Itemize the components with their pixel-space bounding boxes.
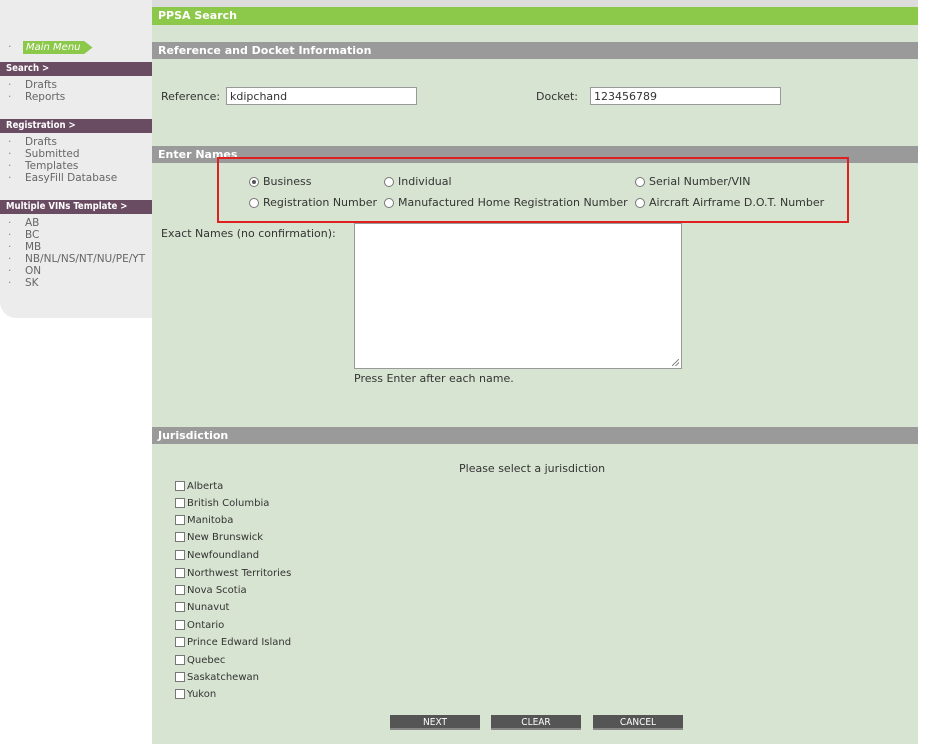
main-menu-row: · Main Menu bbox=[0, 40, 152, 54]
sidebar-item-on[interactable]: ON bbox=[0, 265, 152, 277]
checkbox-label: Nova Scotia bbox=[187, 584, 247, 596]
checkbox-icon bbox=[175, 568, 185, 578]
clear-button[interactable]: CLEAR bbox=[491, 715, 581, 730]
checkbox-yukon[interactable]: Yukon bbox=[175, 687, 216, 701]
sidebar-item-submitted[interactable]: Submitted bbox=[0, 148, 152, 160]
checkbox-nunavut[interactable]: Nunavut bbox=[175, 600, 229, 614]
checkbox-new-brunswick[interactable]: New Brunswick bbox=[175, 530, 263, 544]
section-header-reference: Reference and Docket Information bbox=[152, 42, 918, 59]
checkbox-british-columbia[interactable]: British Columbia bbox=[175, 496, 269, 510]
checkbox-label: Prince Edward Island bbox=[187, 636, 292, 648]
exact-names-textarea[interactable] bbox=[354, 223, 682, 369]
checkbox-label: Northwest Territories bbox=[187, 567, 292, 579]
sidebar-header-search[interactable]: Search > bbox=[0, 62, 152, 76]
main-menu-link[interactable]: Main Menu bbox=[23, 41, 93, 54]
sidebar-item-reports[interactable]: Reports bbox=[0, 91, 152, 103]
checkbox-ontario[interactable]: Ontario bbox=[175, 618, 224, 632]
docket-input[interactable] bbox=[590, 87, 781, 105]
checkbox-icon bbox=[175, 550, 185, 560]
checkbox-label: Ontario bbox=[187, 619, 225, 631]
sidebar-item-search-drafts[interactable]: Drafts bbox=[0, 79, 152, 91]
page-title: PPSA Search bbox=[152, 7, 918, 25]
checkbox-icon bbox=[175, 602, 185, 612]
checkbox-nova-scotia[interactable]: Nova Scotia bbox=[175, 583, 247, 597]
docket-label: Docket: bbox=[536, 90, 579, 103]
section-header-jurisdiction: Jurisdiction bbox=[152, 427, 918, 444]
reference-input[interactable] bbox=[226, 87, 417, 105]
reference-label: Reference: bbox=[161, 90, 221, 103]
checkbox-icon bbox=[175, 515, 185, 525]
exact-names-label: Exact Names (no confirmation): bbox=[161, 227, 336, 240]
cancel-button[interactable]: CANCEL bbox=[593, 715, 683, 730]
checkbox-label: Alberta bbox=[187, 480, 224, 492]
highlight-box bbox=[217, 157, 849, 223]
checkbox-alberta[interactable]: Alberta bbox=[175, 479, 223, 493]
sidebar: · Main Menu Search > Drafts Reports Regi… bbox=[0, 0, 152, 318]
checkbox-icon bbox=[175, 585, 185, 595]
checkbox-quebec[interactable]: Quebec bbox=[175, 653, 225, 667]
sidebar-item-ab[interactable]: AB bbox=[0, 217, 152, 229]
checkbox-label: Yukon bbox=[187, 688, 217, 700]
checkbox-icon bbox=[175, 689, 185, 699]
sidebar-header-vins[interactable]: Multiple VINs Template > bbox=[0, 200, 152, 214]
sidebar-header-registration[interactable]: Registration > bbox=[0, 119, 152, 133]
sidebar-item-mb[interactable]: MB bbox=[0, 241, 152, 253]
checkbox-icon bbox=[175, 620, 185, 630]
sidebar-item-atlantic-territories[interactable]: NB/NL/NS/NT/NU/PE/YT bbox=[0, 253, 152, 265]
checkbox-label: Saskatchewan bbox=[187, 671, 259, 683]
main-panel: PPSA Search Reference and Docket Informa… bbox=[152, 0, 918, 744]
checkbox-label: Manitoba bbox=[187, 514, 234, 526]
checkbox-icon bbox=[175, 672, 185, 682]
top-bar bbox=[152, 0, 918, 7]
checkbox-icon bbox=[175, 481, 185, 491]
sidebar-item-templates[interactable]: Templates bbox=[0, 160, 152, 172]
checkbox-label: Quebec bbox=[187, 654, 226, 666]
sidebar-item-bc[interactable]: BC bbox=[0, 229, 152, 241]
sidebar-item-easyfill-database[interactable]: EasyFill Database bbox=[0, 172, 152, 184]
sidebar-item-sk[interactable]: SK bbox=[0, 277, 152, 289]
checkbox-newfoundland[interactable]: Newfoundland bbox=[175, 548, 259, 562]
resize-grip-icon[interactable] bbox=[672, 359, 679, 366]
checkbox-label: Newfoundland bbox=[187, 549, 260, 561]
next-button[interactable]: NEXT bbox=[390, 715, 480, 730]
checkbox-manitoba[interactable]: Manitoba bbox=[175, 513, 233, 527]
sidebar-item-registration-drafts[interactable]: Drafts bbox=[0, 136, 152, 148]
checkbox-label: Nunavut bbox=[187, 601, 230, 613]
checkbox-prince-edward-island[interactable]: Prince Edward Island bbox=[175, 635, 291, 649]
checkbox-icon bbox=[175, 498, 185, 508]
checkbox-label: British Columbia bbox=[187, 497, 270, 509]
sidebar-group-search: Search > Drafts Reports bbox=[0, 62, 152, 103]
checkbox-icon bbox=[175, 532, 185, 542]
sidebar-group-registration: Registration > Drafts Submitted Template… bbox=[0, 119, 152, 184]
bullet-icon: · bbox=[8, 40, 12, 53]
sidebar-group-vins: Multiple VINs Template > AB BC MB NB/NL/… bbox=[0, 200, 152, 289]
checkbox-icon bbox=[175, 655, 185, 665]
jurisdiction-prompt: Please select a jurisdiction bbox=[459, 462, 606, 475]
checkbox-icon bbox=[175, 637, 185, 647]
names-hint: Press Enter after each name. bbox=[354, 372, 514, 385]
checkbox-northwest-territories[interactable]: Northwest Territories bbox=[175, 566, 291, 580]
checkbox-saskatchewan[interactable]: Saskatchewan bbox=[175, 670, 259, 684]
checkbox-label: New Brunswick bbox=[187, 531, 264, 543]
